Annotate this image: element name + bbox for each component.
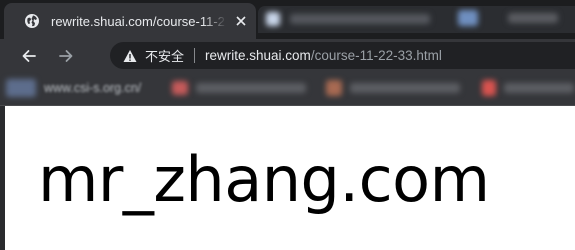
bookmark-icon-blurred bbox=[326, 80, 342, 96]
bookmark-item-blurred[interactable] bbox=[504, 83, 574, 93]
tab-active[interactable]: rewrite.shuai.com/course-11-2 bbox=[4, 3, 256, 39]
bookmark-item-label[interactable]: www.csi-s.org.cn/ bbox=[44, 81, 141, 95]
bookmarks-bar: www.csi-s.org.cn/ bbox=[0, 72, 575, 106]
bookmark-favicon-blurred bbox=[6, 79, 36, 97]
toolbar: 不安全 rewrite.shuai.com/course-11-22-33.ht… bbox=[0, 39, 575, 72]
url-host: rewrite.shuai.com bbox=[205, 48, 311, 63]
warning-triangle-icon[interactable] bbox=[123, 49, 137, 63]
page-heading: mr_zhang.com bbox=[38, 143, 490, 216]
bookmark-icon-blurred bbox=[482, 80, 496, 96]
bookmark-icon-blurred bbox=[172, 81, 188, 95]
url-path: /course-11-22-33.html bbox=[310, 48, 442, 63]
arrow-left-icon[interactable] bbox=[21, 48, 37, 64]
arrow-right-icon[interactable] bbox=[58, 48, 74, 64]
tab-strip: rewrite.shuai.com/course-11-2 bbox=[0, 0, 575, 39]
page-content: mr_zhang.com bbox=[5, 106, 575, 250]
close-icon[interactable] bbox=[233, 13, 249, 29]
url-text[interactable]: rewrite.shuai.com/course-11-22-33.html bbox=[205, 48, 442, 63]
bookmark-item-blurred[interactable] bbox=[196, 83, 306, 93]
globe-icon bbox=[24, 13, 40, 29]
address-bar[interactable]: 不安全 rewrite.shuai.com/course-11-22-33.ht… bbox=[110, 42, 575, 69]
omnibox-divider bbox=[194, 48, 196, 63]
tab-inactive-blurred[interactable] bbox=[258, 6, 575, 33]
bookmark-item-blurred[interactable] bbox=[350, 83, 460, 93]
tab-title: rewrite.shuai.com/course-11-2 bbox=[51, 13, 225, 29]
security-label[interactable]: 不安全 bbox=[145, 46, 184, 65]
